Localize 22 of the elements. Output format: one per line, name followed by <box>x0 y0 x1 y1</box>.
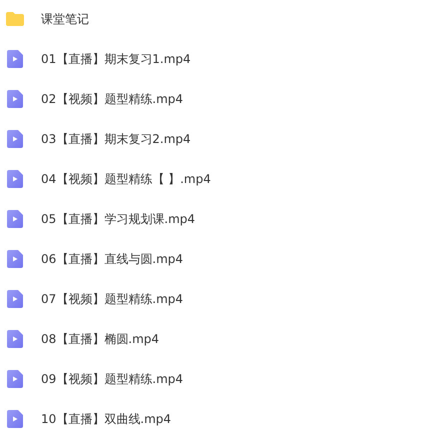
file-name[interactable]: 10【直播】双曲线.mp4 <box>41 410 172 428</box>
folder-icon <box>6 12 24 26</box>
video-file-icon <box>7 130 23 148</box>
video-file-icon <box>7 370 23 388</box>
file-name[interactable]: 03【直播】期末复习2.mp4 <box>41 130 191 148</box>
video-file-icon <box>7 330 23 348</box>
video-file-icon <box>7 170 23 188</box>
file-name[interactable]: 05【直播】学习规划课.mp4 <box>41 210 196 228</box>
video-file-icon <box>7 290 23 308</box>
file-name[interactable]: 02【视频】题型精练.mp4 <box>41 90 184 108</box>
file-name[interactable]: 06【直播】直线与圆.mp4 <box>41 250 184 268</box>
video-file-icon <box>7 410 23 428</box>
file-name[interactable]: 08【直播】椭圆.mp4 <box>41 330 160 348</box>
video-file-icon <box>7 50 23 68</box>
file-name[interactable]: 07【视频】题型精练.mp4 <box>41 290 184 308</box>
file-name[interactable]: 04【视频】题型精练【 】.mp4 <box>41 170 211 188</box>
video-file-icon <box>7 210 23 228</box>
video-file-icon <box>7 90 23 108</box>
file-name[interactable]: 09【视频】题型精练.mp4 <box>41 370 184 388</box>
file-name[interactable]: 01【直播】期末复习1.mp4 <box>41 50 191 68</box>
video-file-icon <box>7 250 23 268</box>
file-name[interactable]: 课堂笔记 <box>41 10 89 28</box>
